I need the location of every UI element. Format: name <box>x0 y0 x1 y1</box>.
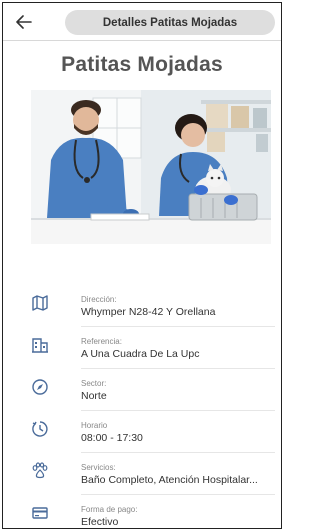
pets-icon <box>32 462 48 479</box>
detail-label: Sector: <box>81 379 107 388</box>
clock-icon <box>32 421 48 437</box>
detail-services: Servicios: Baño Completo, Atención Hospi… <box>31 453 275 495</box>
detail-value: Norte <box>81 390 107 402</box>
top-bar: Detalles Patitas Mojadas <box>3 3 281 41</box>
detail-label: Servicios: <box>81 463 116 472</box>
detail-value: A Una Cuadra De La Upc <box>81 348 200 360</box>
compass-icon <box>32 379 48 395</box>
detail-value: 08:00 - 17:30 <box>81 432 143 444</box>
detail-hours: Horario 08:00 - 17:30 <box>31 411 275 453</box>
back-button[interactable] <box>13 12 35 32</box>
header-title: Detalles Patitas Mojadas <box>65 10 275 35</box>
detail-address: Dirección: Whymper N28-42 Y Orellana <box>31 285 275 327</box>
app-screen: Detalles Patitas Mojadas Patitas Mojadas <box>2 2 282 529</box>
credit-card-icon <box>32 507 48 519</box>
building-icon <box>32 338 48 353</box>
detail-reference: Referencia: A Una Cuadra De La Upc <box>31 327 275 369</box>
page-title: Patitas Mojadas <box>61 53 223 76</box>
detail-value: Efectivo <box>81 516 119 528</box>
details-list: Dirección: Whymper N28-42 Y Orellana Ref… <box>31 285 275 528</box>
clinic-photo <box>31 90 271 244</box>
detail-payment: Forma de pago: Efectivo <box>31 495 275 528</box>
map-icon <box>32 295 48 311</box>
detail-value: Baño Completo, Atención Hospitalar... <box>81 474 258 486</box>
detail-label: Dirección: <box>81 295 117 304</box>
detail-label: Horario <box>81 421 108 430</box>
arrow-left-icon <box>16 15 32 29</box>
detail-sector: Sector: Norte <box>31 369 275 411</box>
detail-label: Referencia: <box>81 337 122 346</box>
detail-label: Forma de pago: <box>81 505 138 514</box>
detail-value: Whymper N28-42 Y Orellana <box>81 306 216 318</box>
